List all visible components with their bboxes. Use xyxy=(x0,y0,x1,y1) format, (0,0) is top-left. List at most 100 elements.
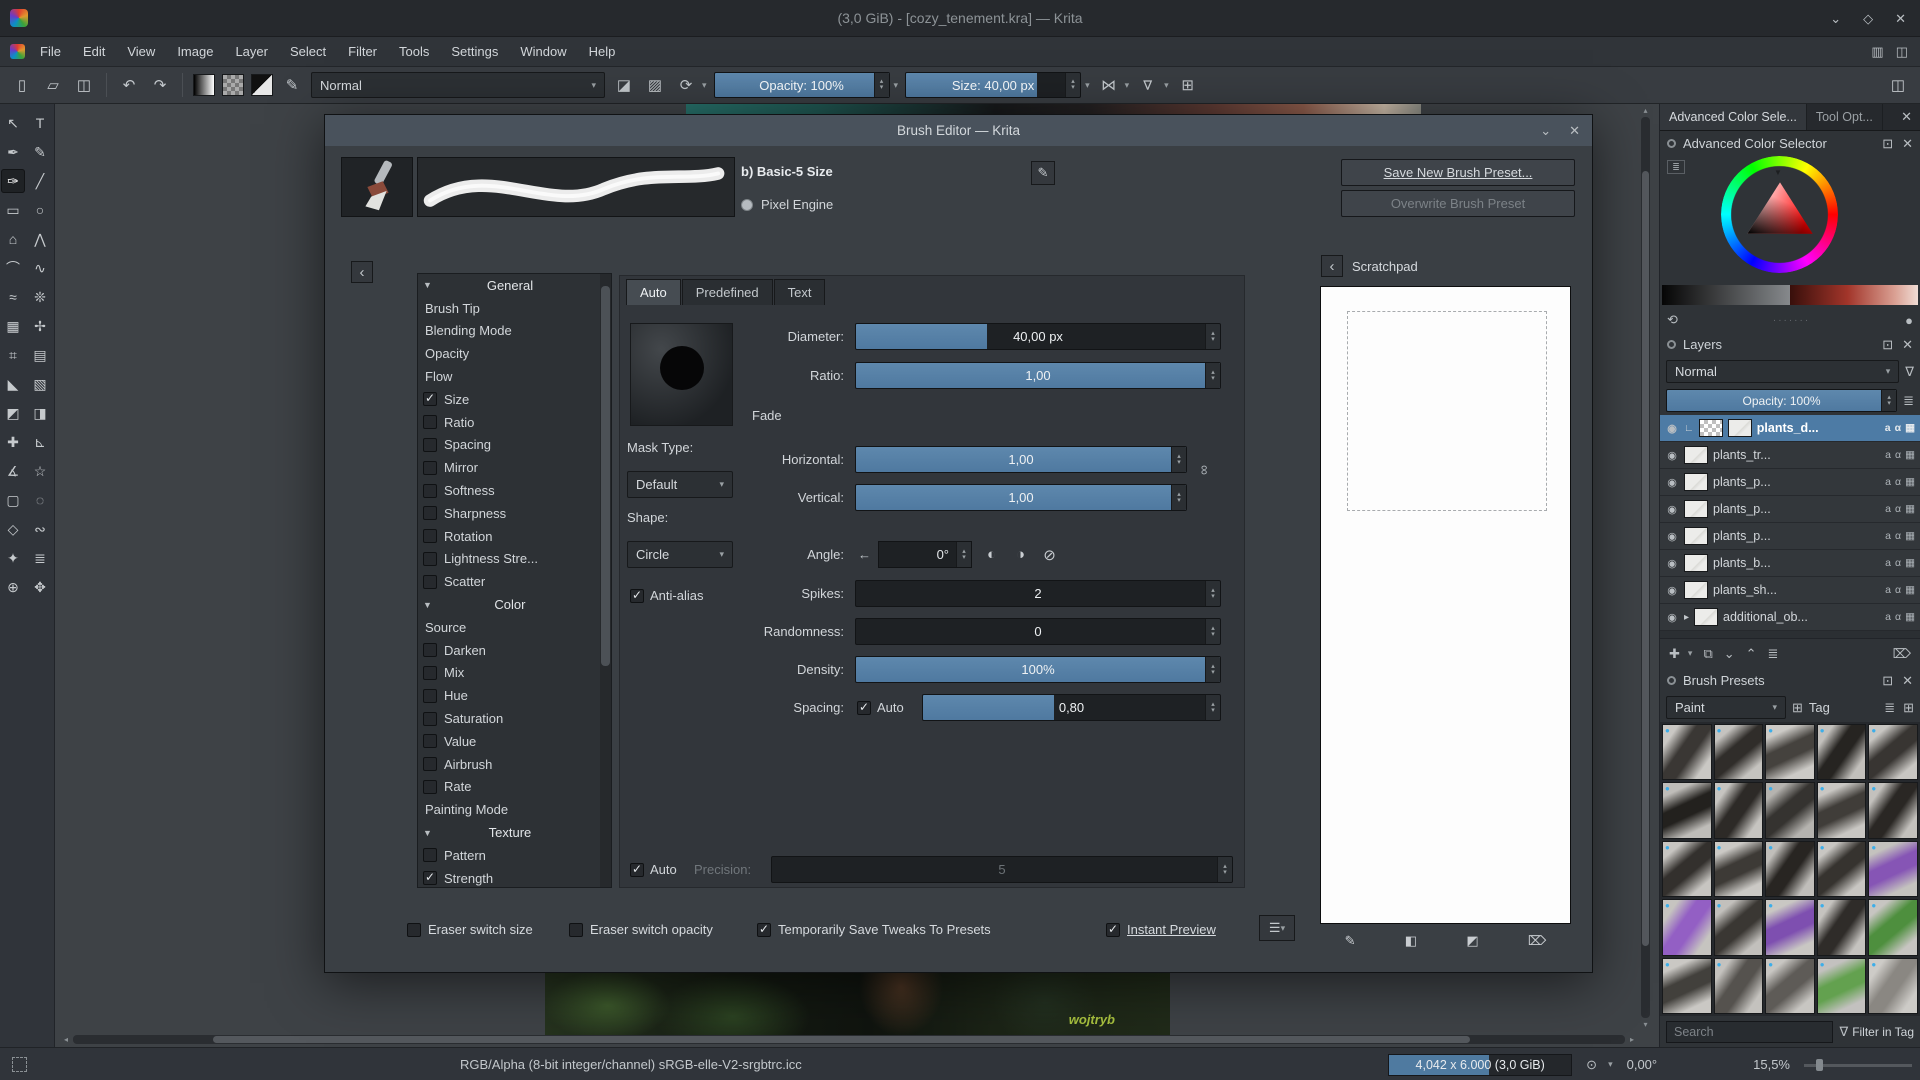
trim-to-image-icon[interactable]: ⊞ xyxy=(1176,72,1200,98)
brush-option-general[interactable]: ▼ General xyxy=(418,274,600,297)
size-dropdown-icon[interactable]: ▾ xyxy=(1085,80,1090,91)
polygon-select-tool-icon[interactable]: ◇ xyxy=(1,517,25,541)
layer-opacity-slider[interactable]: Opacity: 100% ▴ ▾ xyxy=(1666,389,1898,412)
option-checkbox[interactable] xyxy=(423,665,437,680)
option-checkbox[interactable] xyxy=(423,391,437,407)
precision-spinner[interactable]: ▴ ▾ xyxy=(1217,857,1232,882)
brush-preset-thumbnail[interactable]: ● xyxy=(1662,782,1712,839)
brush-preset-thumbnail[interactable]: ● xyxy=(1765,840,1815,898)
preset-tag-select[interactable]: Paint ▾ xyxy=(1666,696,1786,719)
save-tweaks-checkbox[interactable]: Temporarily Save Tweaks To Presets xyxy=(757,916,991,943)
blending-mode-select[interactable]: Normal ▾ xyxy=(311,72,605,98)
scratchpad-fill-icon[interactable]: ◩ xyxy=(1466,933,1478,949)
option-checkbox[interactable] xyxy=(423,551,437,566)
brush-option-value[interactable]: Value xyxy=(418,730,600,753)
open-document-icon[interactable]: ▱ xyxy=(41,72,65,98)
dialog-titlebar[interactable]: Brush Editor — Krita ⌄ ✕ xyxy=(325,115,1592,146)
canvas-angle-value[interactable]: 0,00° xyxy=(1627,1057,1658,1072)
brush-preset-thumbnail[interactable]: ● xyxy=(1816,724,1867,781)
layer-thumbnail[interactable] xyxy=(1684,446,1708,464)
brush-preset-thumbnail[interactable]: ● xyxy=(1868,957,1918,1014)
brush-option-saturation[interactable]: Saturation xyxy=(418,707,600,730)
edit-shapes-tool-icon[interactable]: ✒ xyxy=(1,140,25,164)
close-docker-icon[interactable]: ✕ xyxy=(1902,337,1913,353)
brush-preset-thumbnail[interactable]: ● xyxy=(1816,782,1867,839)
brush-preset-thumbnail[interactable]: ● xyxy=(1868,782,1918,839)
mirror-horizontal-icon[interactable]: ⋈ xyxy=(1097,72,1121,98)
dynamic-brush-tool-icon[interactable]: ≈ xyxy=(1,285,25,309)
polygon-tool-icon[interactable]: ⌂ xyxy=(1,227,25,251)
dialog-shade-icon[interactable]: ⌄ xyxy=(1540,123,1551,139)
alpha-lock-icon[interactable]: a xyxy=(1885,476,1891,488)
collapse-options-button[interactable]: ‹ xyxy=(351,261,373,283)
rotate-canvas-icon[interactable]: ⊙ xyxy=(1586,1057,1597,1073)
shape-select-tool-icon[interactable]: ↖ xyxy=(1,111,25,135)
brush-preset-thumbnail[interactable]: ● xyxy=(1868,899,1918,956)
brush-option-lightness-stre[interactable]: Lightness Stre... xyxy=(418,548,600,571)
preserve-alpha-icon[interactable]: ▨ xyxy=(643,72,667,98)
polyline-tool-icon[interactable]: ⋀ xyxy=(28,227,52,251)
alpha-lock-icon[interactable]: a xyxy=(1885,611,1891,623)
horizontal-scrollbar[interactable]: ◂ ▸ xyxy=(61,1034,1637,1045)
filter-in-tag-toggle[interactable]: ∇ Filter in Tag xyxy=(1839,1024,1914,1040)
brush-option-rotation[interactable]: Rotation xyxy=(418,525,600,548)
eraser-switch-size-checkbox[interactable]: Eraser switch size xyxy=(407,916,533,943)
brush-preset-thumbnail[interactable]: ● xyxy=(1765,957,1815,1014)
layer-row[interactable]: ◉ ∟ plants_d... a α ▦ xyxy=(1660,415,1920,442)
randomness-slider[interactable]: 0 ▴ ▾ xyxy=(855,618,1221,645)
size-slider[interactable]: Size: 40,00 px ▴ ▾ xyxy=(905,72,1082,98)
inherit-alpha-icon[interactable]: α xyxy=(1895,584,1901,596)
density-slider[interactable]: 100% ▴ ▾ xyxy=(855,656,1221,683)
pattern-swatch[interactable] xyxy=(222,74,244,96)
precision-auto-checkbox[interactable]: Auto xyxy=(630,856,677,883)
menu-file[interactable]: File xyxy=(29,44,72,59)
option-checkbox[interactable] xyxy=(423,848,437,863)
option-checkbox[interactable] xyxy=(423,688,437,703)
shade-selector-settings-icon[interactable]: ≣ xyxy=(1667,160,1685,174)
pattern-edit-tool-icon[interactable]: ▧ xyxy=(28,372,52,396)
save-new-preset-button[interactable]: Save New Brush Preset... xyxy=(1341,159,1575,186)
layer-thumbnail[interactable] xyxy=(1684,500,1708,518)
layer-lock-icon[interactable]: ▦ xyxy=(1905,503,1915,515)
layer-visibility-icon[interactable]: ◉ xyxy=(1665,449,1679,462)
scratchpad-canvas[interactable] xyxy=(1320,286,1571,924)
instant-preview-checkbox[interactable]: Instant Preview xyxy=(1106,916,1216,943)
brush-preset-thumbnail[interactable]: ● xyxy=(1713,782,1764,839)
brush-option-brush-tip[interactable]: Brush Tip xyxy=(418,297,600,320)
calligraphy-tool-icon[interactable]: ✎ xyxy=(28,140,52,164)
pan-tool-icon[interactable]: ✥ xyxy=(28,575,52,599)
menu-edit[interactable]: Edit xyxy=(72,44,116,59)
menu-filter[interactable]: Filter xyxy=(337,44,388,59)
brush-preset-thumbnail[interactable]: ● xyxy=(1816,957,1867,1014)
instant-preview-box[interactable] xyxy=(1106,922,1120,937)
layer-blending-mode-select[interactable]: Normal ▾ xyxy=(1666,360,1900,383)
layer-thumbnail[interactable] xyxy=(1684,554,1708,572)
spikes-slider[interactable]: 2 ▴ ▾ xyxy=(855,580,1221,607)
layer-row[interactable]: ◉ plants_p... a α ▦ xyxy=(1660,496,1920,523)
layer-row[interactable]: ◉ plants_sh... a α ▦ xyxy=(1660,577,1920,604)
ellipse-select-tool-icon[interactable]: ◌ xyxy=(28,488,52,512)
close-docker-icon[interactable]: ✕ xyxy=(1902,673,1913,689)
float-docker-icon[interactable]: ⊡ xyxy=(1882,673,1893,689)
brush-preset-thumbnail[interactable]: ● xyxy=(1713,724,1764,781)
mirror-v-dropdown-icon[interactable]: ▾ xyxy=(1164,80,1169,91)
contiguous-select-tool-icon[interactable]: ✦ xyxy=(1,546,25,570)
tab-auto[interactable]: Auto xyxy=(626,279,681,305)
alpha-lock-icon[interactable]: a xyxy=(1885,449,1891,461)
option-checkbox[interactable] xyxy=(423,483,437,498)
layer-row[interactable]: ◉ plants_b... a α ▦ xyxy=(1660,550,1920,577)
docker-tab-close-icon[interactable]: ✕ xyxy=(1893,104,1920,130)
randomness-spinner[interactable]: ▴ ▾ xyxy=(1205,619,1220,644)
scratchpad-paint-icon[interactable]: ✎ xyxy=(1345,933,1356,949)
brush-preset-thumbnail[interactable]: ● xyxy=(1713,899,1764,956)
brush-preset-thumbnail[interactable]: ● xyxy=(1765,899,1815,956)
layer-thumbnail[interactable] xyxy=(1684,527,1708,545)
brush-option-darken[interactable]: Darken xyxy=(418,639,600,662)
freehand-path-tool-icon[interactable]: ∿ xyxy=(28,256,52,280)
layer-thumbnail[interactable] xyxy=(1727,419,1752,437)
zoom-value[interactable]: 15,5% xyxy=(1753,1057,1790,1072)
scroll-left-icon[interactable]: ◂ xyxy=(61,1035,71,1044)
layer-opacity-spinner[interactable]: ▴ ▾ xyxy=(1881,390,1897,411)
float-docker-icon[interactable]: ⊡ xyxy=(1882,136,1893,152)
option-checkbox[interactable] xyxy=(423,506,437,521)
